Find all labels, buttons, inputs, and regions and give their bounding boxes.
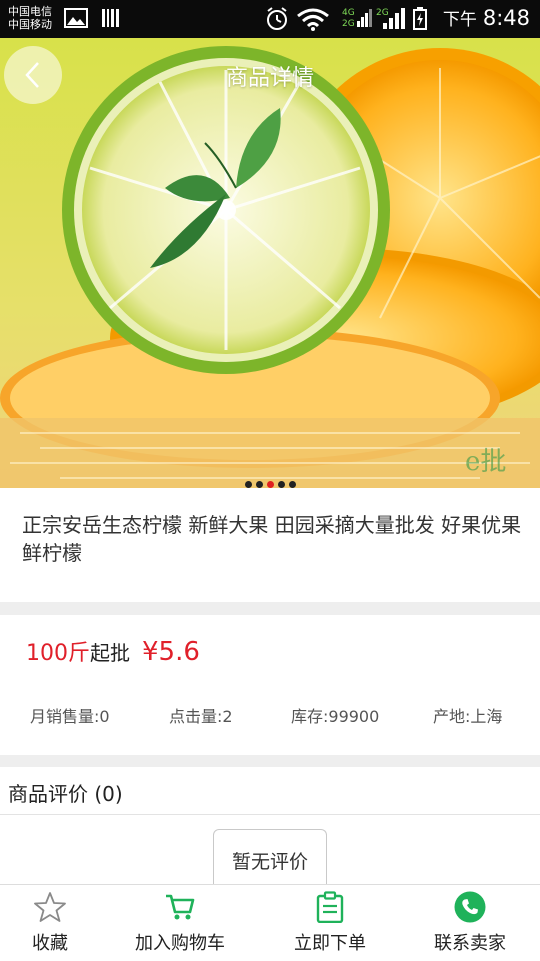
carousel-dot[interactable]: [277, 481, 285, 488]
product-stats: 月销售量:0 点击量:2 库存:99900 产地:上海: [0, 703, 540, 727]
star-outline-icon: [34, 892, 66, 922]
reviews-divider: [0, 814, 540, 815]
cart-icon: [166, 894, 195, 920]
barcode-icon: [102, 9, 119, 27]
stock-count: 库存:99900: [291, 707, 380, 726]
signal-icon-1: [357, 9, 372, 27]
favorite-label: 收藏: [32, 933, 68, 954]
gallery-icon: [64, 8, 88, 28]
monthly-sales: 月销售量:0: [30, 707, 110, 726]
price-section: 100斤起批 ¥5.6 月销售量:0 点击量:2 库存:99900 产地:上海: [0, 615, 540, 755]
contact-seller-button[interactable]: 联系卖家: [420, 885, 520, 961]
buy-now-label: 立即下单: [294, 933, 366, 954]
min-quantity: 100斤: [26, 641, 90, 666]
min-quantity-suffix: 起批: [90, 641, 130, 665]
product-image-carousel[interactable]: e批: [0, 38, 540, 488]
bottom-action-bar: 收藏 加入购物车 立即下单 联系卖家: [0, 884, 540, 961]
product-title: 正宗安岳生态柠檬 新鲜大果 田园采摘大量批发 好果优果鲜柠檬: [22, 513, 522, 565]
carousel-dot[interactable]: [288, 481, 296, 488]
origin: 产地:上海: [433, 707, 503, 726]
battery-icon: [413, 7, 427, 30]
carousel-indicator: [0, 473, 540, 488]
alarm-icon: [267, 7, 287, 30]
clock-time: 8:48: [482, 6, 530, 30]
contact-seller-label: 联系卖家: [434, 933, 506, 954]
carrier-1: 中国电信: [8, 5, 52, 18]
status-bar: 中国电信 中国移动 4G 2G 2G 下午 8:48: [0, 0, 540, 38]
buy-now-button[interactable]: 立即下单: [280, 885, 380, 961]
click-count: 点击量:2: [169, 707, 233, 726]
network-4g-label: 4G: [342, 8, 355, 18]
no-reviews-label: 暂无评价: [213, 829, 327, 890]
price-line: 100斤起批 ¥5.6: [26, 635, 200, 667]
network-type: 4G 2G: [342, 8, 355, 30]
carrier-info: 中国电信 中国移动: [8, 5, 52, 31]
clipboard-icon: [316, 891, 344, 923]
network-2g-label: 2G: [342, 19, 355, 29]
section-divider: [0, 755, 540, 767]
clock-ampm: 下午: [442, 10, 477, 30]
carrier-2: 中国移动: [8, 18, 52, 31]
product-title-section: 正宗安岳生态柠檬 新鲜大果 田园采摘大量批发 好果优果鲜柠檬: [0, 494, 540, 602]
signal-icon-2: [383, 8, 405, 29]
carousel-dot[interactable]: [255, 481, 263, 488]
page-title: 商品详情: [225, 66, 314, 91]
section-divider: [0, 602, 540, 615]
carousel-dot[interactable]: [244, 481, 252, 488]
add-to-cart-label: 加入购物车: [135, 933, 225, 954]
phone-icon: [454, 891, 486, 923]
favorite-button[interactable]: 收藏: [0, 885, 100, 961]
unit-price: ¥5.6: [142, 637, 200, 667]
lemon-slices-photo: e批: [0, 38, 540, 488]
carousel-dot-active[interactable]: [266, 481, 274, 488]
clock: 下午 8:48: [443, 6, 530, 32]
reviews-header[interactable]: 商品评价 (0): [8, 778, 123, 807]
wifi-icon: [297, 8, 329, 31]
add-to-cart-button[interactable]: 加入购物车: [120, 885, 240, 961]
